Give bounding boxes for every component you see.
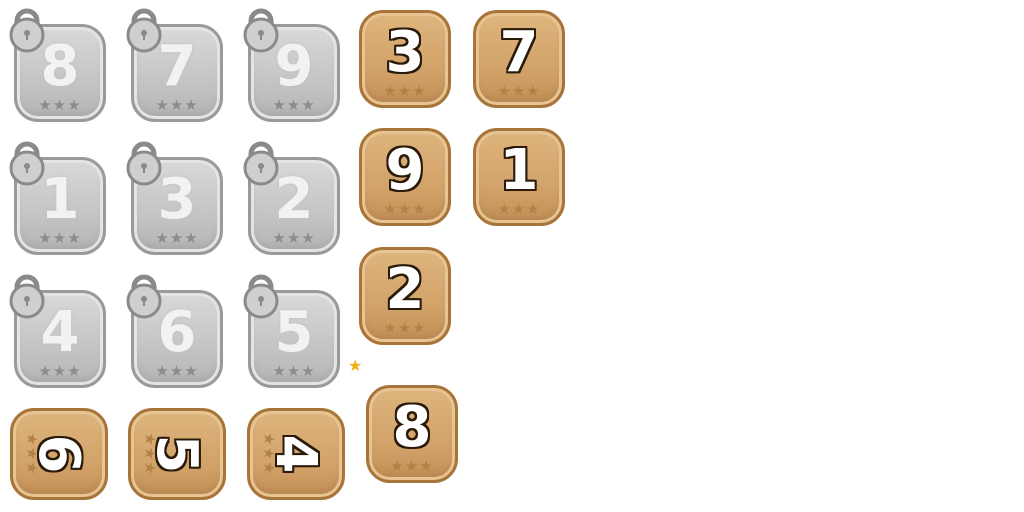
level-tile-open[interactable]: 7 ★★★ <box>473 10 565 108</box>
star-rating: ★★★ <box>155 229 199 247</box>
level-tile-open[interactable]: 1 ★★★ <box>473 128 565 226</box>
star-rating: ★★★ <box>497 200 541 218</box>
star-rating: ★★★ <box>155 96 199 114</box>
star-rating: ★★★ <box>155 362 199 380</box>
level-number: 1 <box>499 138 539 203</box>
level-tile-locked: 5 ★★★ <box>243 274 340 388</box>
level-number: 3 <box>385 20 425 85</box>
star-rating: ★★★ <box>383 82 427 100</box>
level-tile-locked: 6 ★★★ <box>126 274 223 388</box>
level-tile-locked: 9 ★★★ <box>243 8 340 122</box>
level-number: 9 <box>385 138 425 203</box>
level-number: 2 <box>385 257 425 322</box>
star-rating: ★★★ <box>260 432 278 476</box>
level-number: 8 <box>392 395 432 460</box>
level-tile-rotated: 4 ★★★ <box>247 408 345 500</box>
level-tile-open[interactable]: 3 ★★★ <box>359 10 451 108</box>
star-rating: ★★★ <box>38 96 82 114</box>
level-number: 7 <box>499 20 539 85</box>
star-rating: ★★★ <box>383 200 427 218</box>
padlock-icon <box>126 141 162 186</box>
padlock-icon <box>9 274 45 319</box>
star-rating: ★★★ <box>272 362 316 380</box>
padlock-icon <box>126 274 162 319</box>
level-tile-open[interactable]: 8 ★★★ <box>366 385 458 483</box>
level-tile-locked: 2 ★★★ <box>243 141 340 255</box>
star-rating: ★★★ <box>272 229 316 247</box>
star-rating: ★★★ <box>141 432 159 476</box>
level-tile-locked: 3 ★★★ <box>126 141 223 255</box>
level-tile-open[interactable]: 2 ★★★ <box>359 247 451 345</box>
padlock-icon <box>9 141 45 186</box>
level-tile-rotated: 6 ★★★ <box>10 408 108 500</box>
star-rating: ★★★ <box>497 82 541 100</box>
level-tile-rotated: 5 ★★★ <box>128 408 226 500</box>
star-rating: ★★★ <box>383 319 427 337</box>
padlock-icon <box>243 274 279 319</box>
level-tile-locked: 4 ★★★ <box>9 274 106 388</box>
star-rating: ★★★ <box>38 229 82 247</box>
star-rating: ★★★ <box>38 362 82 380</box>
padlock-icon <box>9 8 45 53</box>
star-rating: ★★★ <box>23 432 41 476</box>
level-tile-locked: 8 ★★★ <box>9 8 106 122</box>
star-rating: ★★★ <box>272 96 316 114</box>
star-rating: ★★★ <box>390 457 434 475</box>
padlock-icon <box>243 141 279 186</box>
sparkle-icon: ★ <box>348 356 363 375</box>
level-tile-open[interactable]: 9 ★★★ <box>359 128 451 226</box>
padlock-icon <box>243 8 279 53</box>
level-tile-locked: 7 ★★★ <box>126 8 223 122</box>
level-tile-locked: 1 ★★★ <box>9 141 106 255</box>
padlock-icon <box>126 8 162 53</box>
